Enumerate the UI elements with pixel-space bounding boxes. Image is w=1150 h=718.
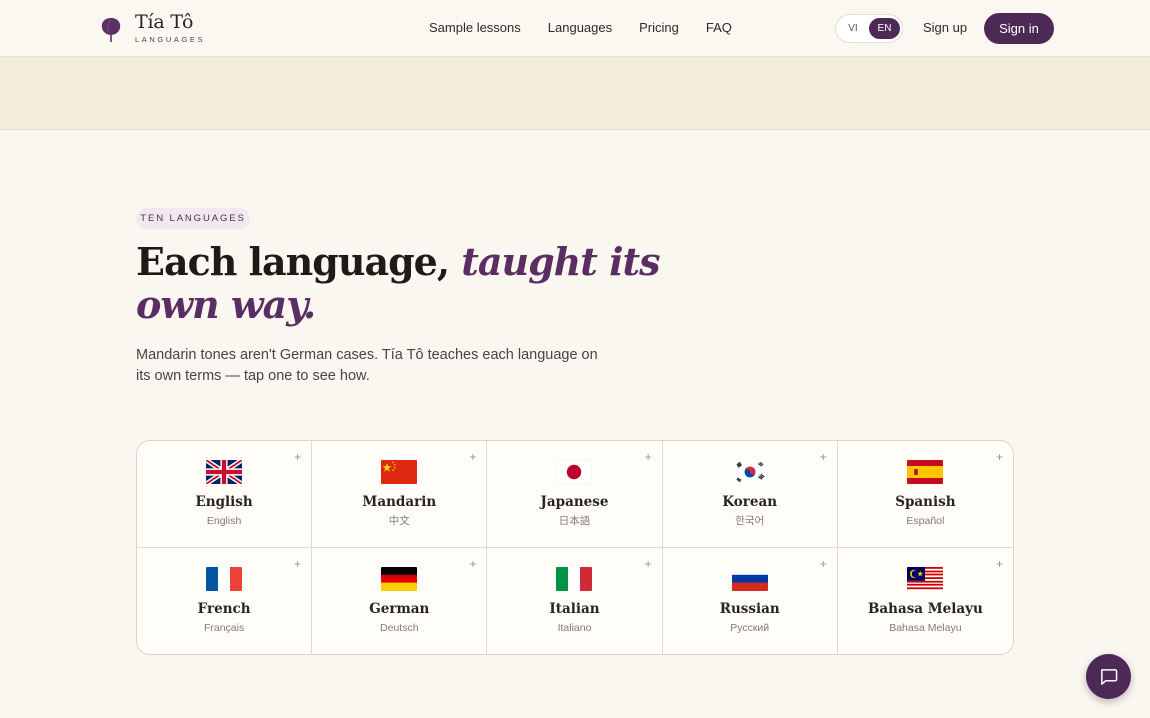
china-flag-icon [381,460,418,484]
expand-icon: + [644,556,652,571]
language-card-bahasa-melayu[interactable]: + Bahasa Melayu Bahasa Melayu [838,548,1013,655]
language-card-german[interactable]: + German Deutsch [312,547,488,654]
language-name: Bahasa Melayu [867,600,983,617]
lang-option-en[interactable]: EN [869,18,900,39]
lang-option-vi[interactable]: VI [845,20,861,37]
language-name: Italian [549,600,600,617]
language-name: Mandarin [362,494,437,510]
language-name: Korean [722,494,778,510]
language-name: German [369,600,430,617]
eyebrow-badge: TEN LANGUAGES [136,208,250,229]
expand-icon: + [995,556,1003,571]
perilla-leaf-icon [101,17,121,42]
france-flag-icon [206,566,243,591]
brand-name: Tía Tô [135,11,194,33]
main-nav: Sample lessons Languages Pricing FAQ [429,20,759,36]
expand-icon: + [469,450,477,464]
expand-icon: + [819,556,827,571]
nav-pricing[interactable]: Pricing [639,20,679,36]
expand-icon: + [469,556,477,571]
language-card-japanese[interactable]: + Japanese 日本語 [487,441,663,548]
language-native-name: Español [906,515,945,527]
language-card-korean[interactable]: + Korean 한국어 [662,441,838,548]
expand-icon: + [995,450,1003,464]
expand-icon: + [294,450,302,464]
spain-flag-icon [907,460,944,484]
russia-flag-icon [731,566,768,591]
nav-sample-lessons[interactable]: Sample lessons [429,20,521,36]
chat-launcher-button[interactable] [1086,654,1131,699]
germany-flag-icon [381,566,418,591]
site-header: Tía Tô LANGUAGES Sample lessons Language… [0,0,1150,57]
language-grid: + English English + Mandarin 中文 + Japane… [136,440,1014,655]
announcement-banner [0,57,1150,130]
language-native-name: 日本語 [558,515,591,527]
language-toggle: VI EN [835,14,903,43]
hero-lead: Mandarin tones aren't German cases. Tía … [136,347,598,384]
language-card-french[interactable]: + French Français [137,547,313,654]
language-name: English [195,494,253,510]
brand-subtitle: LANGUAGES [135,35,206,44]
language-name: Spanish [895,494,956,510]
brand-logo[interactable]: Tía Tô LANGUAGES [100,13,205,44]
language-card-mandarin[interactable]: + Mandarin 中文 [312,441,488,548]
language-card-russian[interactable]: + Russian Русский [663,547,838,654]
uk-flag-icon [206,460,243,484]
japan-flag-icon [556,460,593,484]
language-native-name: Français [203,621,245,634]
language-native-name: Italiano [557,621,592,634]
sign-up-link[interactable]: Sign up [923,20,967,36]
language-name: French [197,600,251,617]
language-native-name: English [206,515,242,527]
malaysia-flag-icon [907,566,944,591]
language-native-name: 한국어 [735,515,765,527]
language-native-name: 中文 [388,515,410,527]
nav-languages[interactable]: Languages [548,20,612,36]
italy-flag-icon [556,566,593,591]
chat-bubble-icon [1100,669,1118,685]
language-name: Russian [719,600,780,617]
language-card-italian[interactable]: + Italian Italiano [487,547,663,654]
language-card-english[interactable]: + English English [137,441,313,548]
page-title: Each language, taught its own way. [136,240,696,326]
korea-flag-icon [731,460,768,484]
language-native-name: Deutsch [380,621,419,634]
expand-icon: + [644,450,652,464]
sign-in-button[interactable]: Sign in [984,13,1054,44]
headline-plain: Each language, [136,239,462,284]
language-name: Japanese [540,494,609,510]
language-native-name: Bahasa Melayu [889,621,962,634]
language-native-name: Русский [730,621,770,634]
expand-icon: + [819,450,827,464]
expand-icon: + [294,556,302,571]
language-card-spanish[interactable]: + Spanish Español [837,441,1013,548]
nav-faq[interactable]: FAQ [706,20,732,36]
